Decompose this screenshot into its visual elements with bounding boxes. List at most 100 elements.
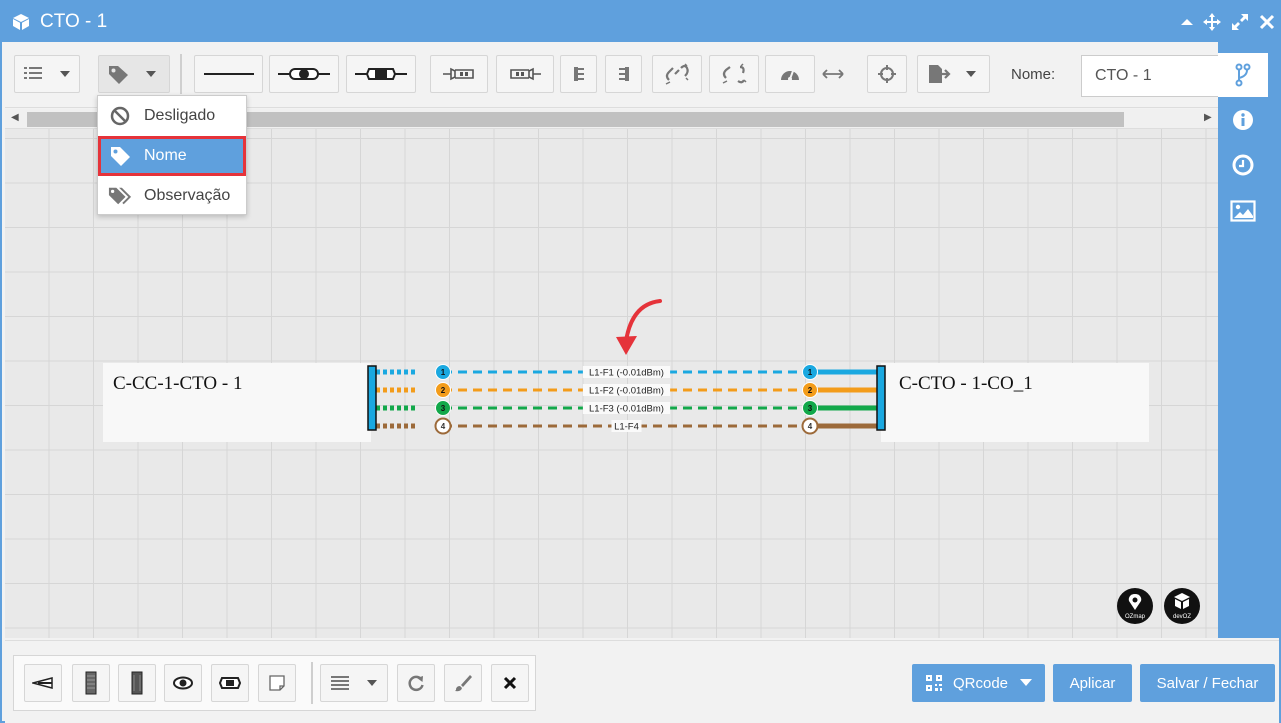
label-dropdown-menu: Desligado Nome Observação [97, 95, 247, 215]
fiber-number: 1 [808, 368, 813, 377]
tag-icon [108, 144, 132, 168]
devoz-logo-text: devOZ [1173, 614, 1191, 620]
redo-button[interactable] [397, 664, 435, 702]
expand-icon[interactable] [1230, 12, 1250, 32]
title-bar: CTO - 1 [2, 2, 1279, 42]
bottom-bar: QRcode Aplicar Salvar / Fechar [5, 640, 1279, 723]
logos: OZmap devOZ [1117, 588, 1200, 624]
dio-tool-button[interactable] [72, 664, 110, 702]
red-arrow-icon [624, 299, 662, 343]
bottom-separator [311, 662, 313, 704]
scroll-right-icon[interactable]: ▶ [1204, 112, 1212, 123]
splitter-icon [32, 677, 53, 689]
close-icon[interactable] [1257, 12, 1277, 32]
splitter-tool-button[interactable] [24, 664, 62, 702]
delete-button[interactable] [491, 664, 529, 702]
window-title: CTO - 1 [40, 11, 108, 32]
tags-icon [108, 184, 132, 208]
redo-icon [408, 675, 424, 692]
distance-button[interactable] [811, 55, 855, 93]
menu-item-label: Nome [144, 147, 187, 164]
tag-icon [109, 66, 156, 84]
sticky-note-icon [269, 675, 285, 691]
menu-item-label: Observação [144, 187, 231, 204]
line-tool-button[interactable] [194, 55, 263, 93]
menu-item-label: Desligado [144, 107, 216, 124]
qrcode-label: QRcode [952, 674, 1009, 692]
apply-button[interactable]: Aplicar [1053, 664, 1132, 702]
unlink-button[interactable] [652, 55, 702, 93]
right-cable-bar[interactable] [876, 365, 886, 431]
connector-left-button[interactable] [430, 55, 488, 93]
nome-input[interactable] [1081, 55, 1221, 97]
unlink-all-icon [722, 63, 747, 84]
splitter-right-button[interactable] [605, 55, 642, 93]
splice-tool-button[interactable] [164, 664, 202, 702]
info-icon [1233, 110, 1253, 130]
close-icon [503, 676, 517, 690]
chevron-down-icon [1020, 679, 1033, 686]
fiber-number: 4 [441, 422, 446, 431]
ban-icon [108, 104, 132, 128]
fiber-number: 2 [441, 386, 446, 395]
align-menu-button[interactable] [320, 664, 388, 702]
right-sidebar [1218, 42, 1279, 638]
fusion-icon [219, 677, 241, 689]
clock-icon [1232, 154, 1254, 176]
paint-brush-icon [455, 675, 472, 692]
list-menu-button[interactable] [14, 55, 80, 93]
dio-icon [85, 671, 97, 695]
crosshairs-icon [878, 65, 896, 83]
list-icon [24, 67, 70, 79]
menu-item-observacao[interactable]: Observação [98, 176, 246, 216]
file-export-icon [928, 65, 976, 83]
left-cable-bar[interactable] [367, 365, 377, 431]
connector-right-button[interactable] [496, 55, 554, 93]
align-icon [331, 676, 377, 690]
save-close-button[interactable]: Salvar / Fechar [1140, 664, 1275, 702]
fiber-label: L1-F2 (-0.01dBm) [589, 386, 664, 397]
sidebar-item-images[interactable] [1218, 191, 1268, 231]
splice-rect-icon [355, 68, 407, 80]
terminal-tool-button[interactable] [118, 664, 156, 702]
branch-icon [1235, 63, 1251, 87]
menu-item-desligado[interactable]: Desligado [98, 96, 246, 136]
power-meter-button[interactable] [765, 55, 815, 93]
splice-round-icon [278, 68, 330, 80]
collapse-icon[interactable] [1177, 12, 1197, 32]
fiber-number: 1 [441, 368, 446, 377]
sidebar-item-history[interactable] [1218, 145, 1268, 185]
splitter-right-icon [618, 67, 629, 81]
sidebar-item-info[interactable] [1218, 100, 1268, 140]
connector-right-icon [510, 67, 541, 81]
nome-label: Nome: [1011, 66, 1056, 83]
ozmap-logo-text: OZmap [1125, 614, 1146, 620]
menu-item-nome[interactable]: Nome [98, 136, 246, 176]
save-close-label: Salvar / Fechar [1156, 674, 1259, 692]
line-icon [203, 73, 254, 75]
splitter-left-icon [573, 67, 584, 81]
splitter-left-button[interactable] [560, 55, 597, 93]
move-icon[interactable] [1202, 12, 1222, 32]
sidebar-item-diagram[interactable] [1218, 53, 1268, 97]
fiber-label: L1-F4 [614, 422, 639, 433]
fusion-tool-button[interactable] [211, 664, 249, 702]
editor-window: CTO - 1 Nome: CTO - 1 ◀ ▶ C-CC-1-CTO - 1… [0, 0, 1281, 723]
splice-rect-button[interactable] [346, 55, 416, 93]
center-button[interactable] [867, 55, 907, 93]
qrcode-button[interactable]: QRcode [912, 664, 1045, 702]
unlink-icon [665, 63, 689, 85]
scroll-left-icon[interactable]: ◀ [11, 112, 19, 123]
image-icon [1230, 200, 1256, 222]
unlink-all-button[interactable] [709, 55, 759, 93]
splice-round-button[interactable] [269, 55, 339, 93]
apply-label: Aplicar [1069, 674, 1116, 692]
paint-button[interactable] [444, 664, 482, 702]
fiber-number: 4 [808, 422, 813, 431]
note-tool-button[interactable] [258, 664, 296, 702]
fiber-lines: 1 1 L1-F1 (-0.01dBm) 2 2 L1-F2 (-0.01dBm) 3 3 L1… [376, 364, 877, 435]
fiber-label: L1-F3 (-0.01dBm) [589, 404, 664, 415]
terminal-icon [131, 671, 143, 695]
label-menu-button[interactable] [98, 55, 170, 93]
export-menu-button[interactable] [917, 55, 990, 93]
